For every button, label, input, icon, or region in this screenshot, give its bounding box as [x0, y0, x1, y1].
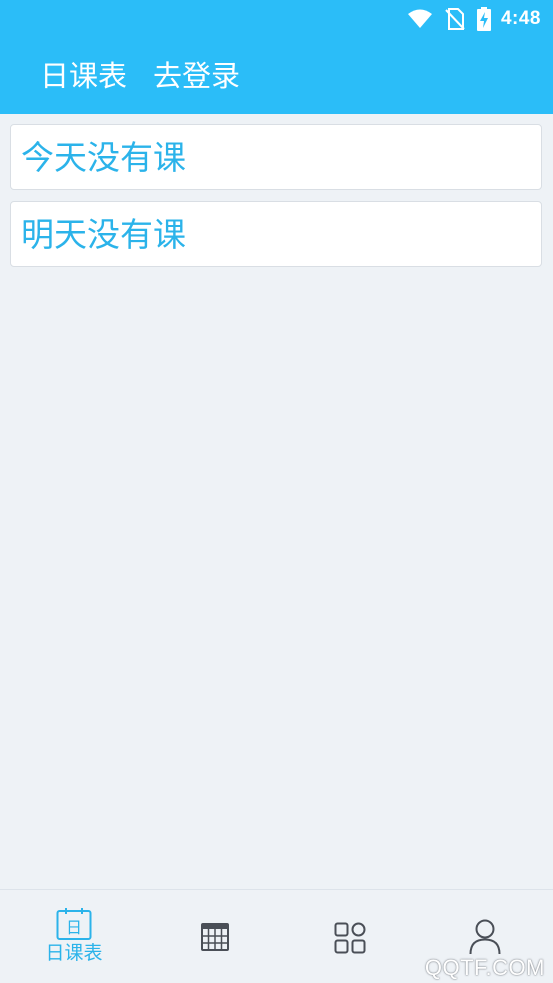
schedule-list: 今天没有课 明天没有课 [10, 124, 542, 278]
page-title: 日课表 [40, 58, 128, 93]
calendar-day-glyph: 日 [66, 918, 82, 937]
nav-item-apps[interactable] [281, 890, 419, 983]
wifi-icon [407, 9, 433, 29]
status-bar: 4:48 [0, 0, 553, 38]
app-bar: 日课表 去登录 [0, 38, 553, 114]
tomorrow-schedule-card[interactable]: 明天没有课 [10, 201, 542, 267]
nav-item-timetable[interactable] [146, 890, 284, 983]
login-link[interactable]: 去登录 [153, 61, 240, 91]
no-sim-icon [445, 8, 465, 30]
today-schedule-card[interactable]: 今天没有课 [10, 124, 542, 190]
tomorrow-schedule-text: 明天没有课 [21, 214, 186, 254]
watermark: QQTF.COM [424, 955, 545, 980]
battery-charging-icon [476, 7, 491, 31]
today-schedule-text: 今天没有课 [21, 137, 186, 177]
calendar-day-icon: 日 [56, 907, 92, 941]
apps-grid-icon [334, 922, 366, 954]
table-grid-icon [201, 923, 229, 951]
user-icon [469, 919, 501, 955]
status-time: 4:48 [500, 8, 541, 29]
nav-item-daily-schedule[interactable]: 日 日课表 [5, 890, 143, 983]
nav-label-daily-schedule: 日课表 [45, 942, 103, 964]
